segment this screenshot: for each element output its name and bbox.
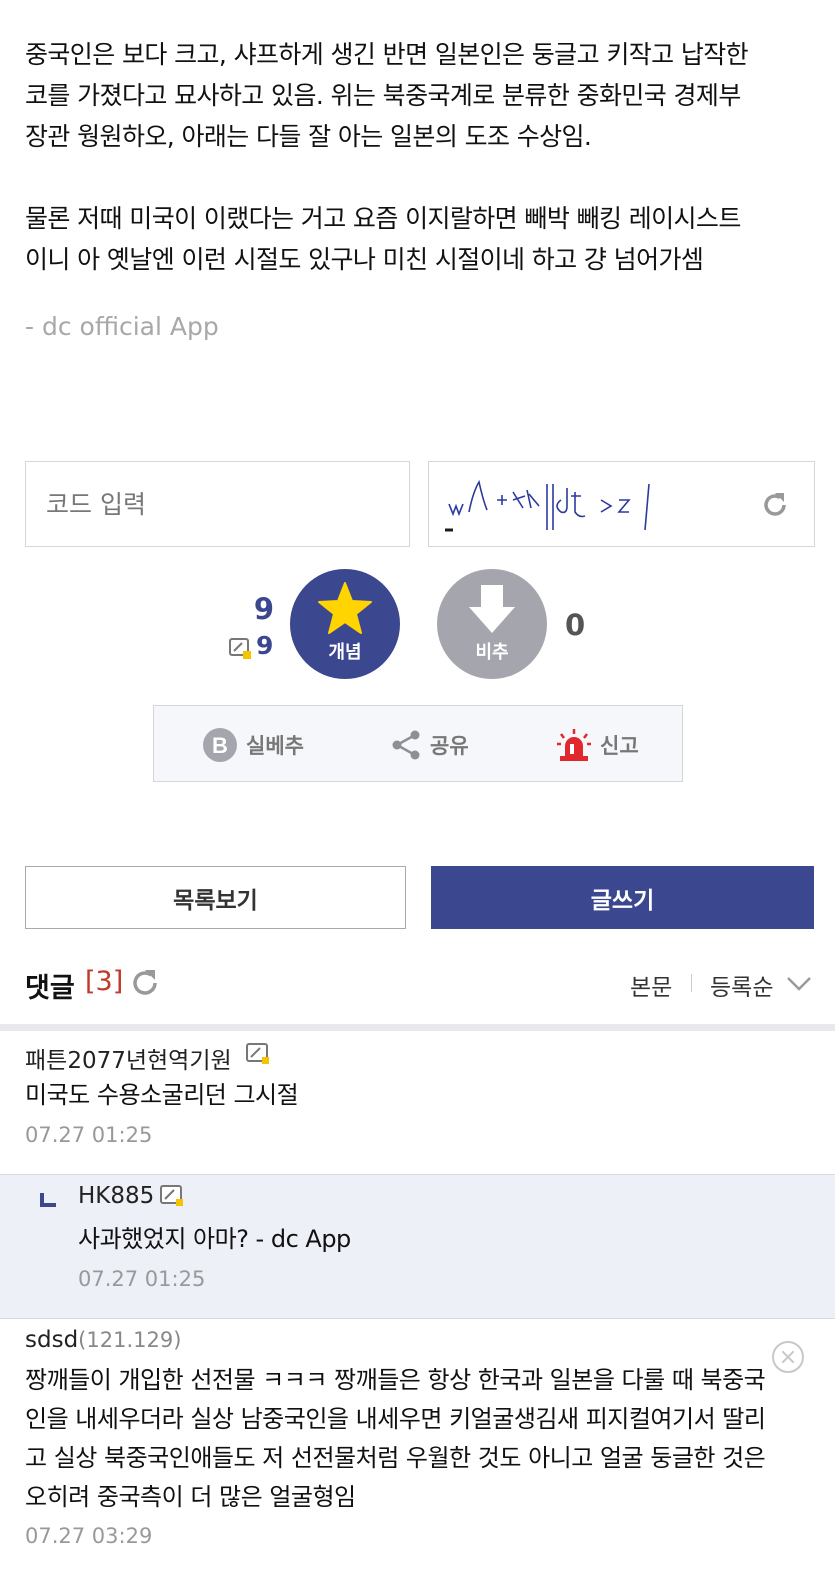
- best-b-icon: B: [203, 727, 237, 762]
- comment-nickname-text: sdsd: [25, 1327, 79, 1353]
- article-line: 이니 아 옛날엔 이런 시절도 있구나 미친 시절이네 하고 걍 넘어가셈: [25, 245, 704, 274]
- article-line: 장관 웡원하오, 아래는 다들 잘 아는 일본의 도조 수상임.: [25, 122, 592, 151]
- captcha-image: [445, 479, 650, 532]
- svg-text:B: B: [212, 733, 228, 758]
- comment-text: 인을 내세우더라 실상 남중국인을 내세우면 키얼굴생김새 피지컬여기서 딸리: [25, 1405, 766, 1433]
- comment-nickname[interactable]: HK885: [78, 1183, 154, 1209]
- downvote-label: 비추: [475, 642, 509, 663]
- downvote-count: 0: [565, 608, 586, 642]
- sort-order-select[interactable]: 등록순: [710, 968, 773, 1002]
- fixed-user-icon: [160, 1185, 183, 1206]
- refresh-comments-icon[interactable]: [130, 968, 160, 998]
- article-line: 코를 가졌다고 묘사하고 있음. 위는 북중국계로 분류한 중화민국 경제부: [25, 81, 741, 110]
- captcha-box: [428, 461, 815, 547]
- comment-ip: (121.129): [78, 1328, 182, 1352]
- report-button[interactable]: 신고: [556, 706, 639, 783]
- article-body: 중국인은 보다 크고, 샤프하게 생긴 반면 일본인은 둥글고 키작고 납작한 …: [25, 34, 815, 280]
- comment-date: 07.27 01:25: [78, 1267, 206, 1291]
- list-view-button[interactable]: 목록보기: [25, 866, 406, 929]
- comment-text: 오히려 중국측이 더 많은 얼굴형임: [25, 1483, 356, 1511]
- write-post-button[interactable]: 글쓰기: [431, 866, 814, 929]
- comment-nickname[interactable]: 패튼2077년현역기원: [25, 1041, 232, 1075]
- share-icon: [392, 730, 420, 759]
- upvote-button[interactable]: 개념: [290, 569, 400, 679]
- comment-date: 07.27 01:25: [25, 1123, 153, 1147]
- upvote-count: 9: [253, 592, 274, 626]
- view-body-link[interactable]: 본문: [630, 968, 672, 1002]
- app-signature: - dc official App: [25, 312, 219, 341]
- down-arrow-icon: [469, 585, 515, 633]
- comment-item: 패튼2077년현역기원 미국도 수용소굴리던 그시절 07.27 01:25: [0, 1031, 835, 1175]
- comments-title: 댓글: [25, 973, 75, 1004]
- comment-item: sdsd(121.129) 짱깨들이 개입한 선전물 ㅋㅋㅋ 짱깨들은 항상 한…: [0, 1319, 835, 1583]
- captcha-code-input[interactable]: [25, 461, 410, 547]
- comment-text: 짱깨들이 개입한 선전물 ㅋㅋㅋ 짱깨들은 항상 한국과 일본을 다룰 때 북중…: [25, 1366, 766, 1394]
- post-actions: B 실베추 공유 신고: [153, 705, 683, 782]
- upvote-label: 개념: [328, 642, 362, 663]
- downvote-button[interactable]: 비추: [437, 569, 547, 679]
- comment-text: 미국도 수용소굴리던 그시절: [25, 1081, 299, 1109]
- comment-text: 고 실상 북중국인애들도 저 선전물처럼 우월한 것도 아니고 얼굴 둥글한 것…: [25, 1444, 766, 1472]
- section-divider: [0, 1024, 835, 1031]
- share-label: 공유: [430, 733, 469, 758]
- best-recommend-label: 실베추: [246, 733, 304, 758]
- comment-date: 07.27 03:29: [25, 1524, 153, 1548]
- comments-count: [3]: [85, 966, 124, 997]
- fixed-user-icon: [229, 638, 251, 659]
- refresh-captcha-icon[interactable]: [760, 490, 790, 520]
- article-line: 물론 저때 미국이 이랬다는 거고 요즘 이지랄하면 빼박 빼킹 레이시스트: [25, 204, 741, 233]
- comment-nickname[interactable]: sdsd(121.129): [25, 1327, 181, 1353]
- comment-reply-item: HK885 사과했었지 아마? - dc App 07.27 01:25: [0, 1175, 835, 1319]
- siren-icon: [557, 728, 591, 761]
- delete-comment-button[interactable]: [772, 1341, 804, 1373]
- star-icon: [318, 582, 372, 634]
- reply-arrow-icon: [40, 1193, 56, 1207]
- fixed-upvote-count: 9: [256, 631, 274, 660]
- article-line: 중국인은 보다 크고, 샤프하게 생긴 반면 일본인은 둥글고 키작고 납작한: [25, 40, 749, 69]
- sort-divider: [691, 974, 692, 992]
- chevron-down-icon[interactable]: [786, 976, 812, 992]
- best-recommend-button[interactable]: B 실베추: [202, 706, 304, 783]
- share-button[interactable]: 공유: [390, 706, 469, 783]
- report-label: 신고: [600, 733, 639, 758]
- comment-text: 사과했었지 아마? - dc App: [78, 1225, 351, 1253]
- fixed-user-icon: [246, 1043, 269, 1064]
